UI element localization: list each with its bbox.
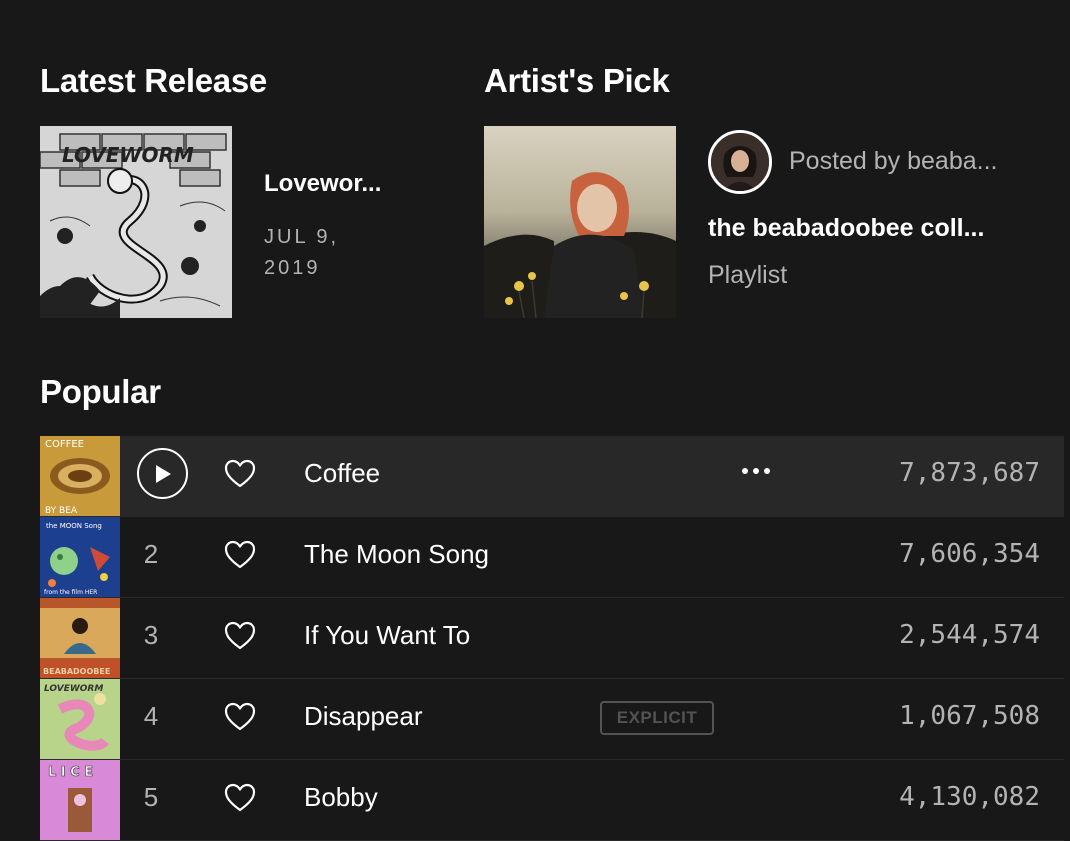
track-play-count: 7,606,354 <box>899 539 1040 569</box>
track-play-count: 1,067,508 <box>899 701 1040 731</box>
play-button[interactable] <box>137 448 188 499</box>
artists-pick-heading: Artist's Pick <box>484 62 670 99</box>
svg-text:COFFEE: COFFEE <box>45 439 84 450</box>
latest-release-date: JUL 9, 2019 <box>264 226 340 279</box>
track-play-count: 7,873,687 <box>899 458 1040 488</box>
latest-release-cover[interactable]: LOVEWORM <box>40 126 232 318</box>
posted-by-label[interactable]: Posted by beaba... <box>789 147 997 176</box>
artists-pick-cover[interactable] <box>484 126 676 318</box>
track-title[interactable]: Disappear <box>304 701 423 732</box>
track-number: 5 <box>143 782 159 812</box>
track-title[interactable]: The Moon Song <box>304 539 489 570</box>
track-title[interactable]: Bobby <box>304 782 378 813</box>
track-cover: the MOON Song from the film HER <box>40 517 120 597</box>
popular-heading: Popular <box>40 373 161 410</box>
track-row[interactable]: COFFEE BY BEA Coffee 7,873,687 <box>40 436 1064 517</box>
track-number: 2 <box>143 539 159 569</box>
latest-release-title[interactable]: Lovewor... <box>264 170 381 198</box>
track-row[interactable]: L I C E 5 Bobby 4,130,082 <box>40 760 1064 841</box>
cover-title-text: LOVEWORM <box>62 143 194 167</box>
track-cover: BEABADOOBEE <box>40 598 120 678</box>
track-play-count: 2,544,574 <box>899 620 1040 650</box>
track-row[interactable]: LOVEWORM 4 Disappear EXPLICIT 1,067,508 <box>40 679 1064 760</box>
track-title[interactable]: If You Want To <box>304 620 470 651</box>
popular-tracks-list: COFFEE BY BEA Coffee 7,873,687 the MOON … <box>40 436 1064 841</box>
heart-outline-icon[interactable] <box>224 621 256 651</box>
play-icon <box>155 464 171 483</box>
track-number: 3 <box>143 620 159 650</box>
svg-text:from the film HER: from the film HER <box>44 589 97 596</box>
svg-text:BEABADOOBEE: BEABADOOBEE <box>43 667 110 676</box>
svg-text:L I C E: L I C E <box>48 765 93 780</box>
svg-text:BY BEA: BY BEA <box>45 506 78 516</box>
track-cover: L I C E <box>40 760 120 840</box>
svg-text:LOVEWORM: LOVEWORM <box>44 684 103 694</box>
track-row[interactable]: BEABADOOBEE 3 If You Want To 2,544,574 <box>40 598 1064 679</box>
heart-outline-icon[interactable] <box>224 459 256 489</box>
artists-pick-type: Playlist <box>708 261 788 289</box>
heart-outline-icon[interactable] <box>224 702 256 732</box>
heart-outline-icon[interactable] <box>224 783 256 813</box>
track-play-count: 4,130,082 <box>899 782 1040 812</box>
artists-pick-title[interactable]: the beabadoobee coll... <box>708 214 984 243</box>
svg-text:the MOON Song: the MOON Song <box>46 522 102 530</box>
explicit-badge: EXPLICIT <box>600 701 714 735</box>
track-row[interactable]: the MOON Song from the film HER 2 The Mo… <box>40 517 1064 598</box>
heart-outline-icon[interactable] <box>224 540 256 570</box>
track-title[interactable]: Coffee <box>304 458 380 489</box>
track-cover: COFFEE BY BEA <box>40 436 120 516</box>
latest-release-heading: Latest Release <box>40 62 267 99</box>
track-number: 4 <box>143 701 159 731</box>
more-options-icon[interactable] <box>736 456 776 486</box>
curator-avatar[interactable] <box>708 130 772 194</box>
track-cover: LOVEWORM <box>40 679 120 759</box>
